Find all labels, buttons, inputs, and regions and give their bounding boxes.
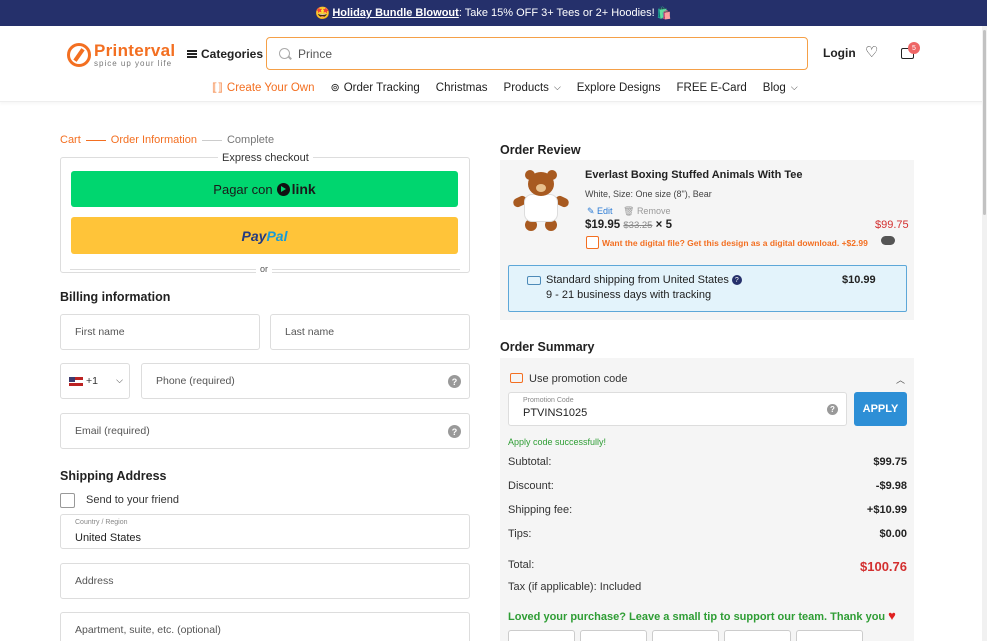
heart-icon[interactable]: ♡: [865, 45, 878, 60]
nav-blog[interactable]: Blog ⌵: [763, 82, 798, 94]
login-link[interactable]: Login: [823, 46, 856, 60]
billing-title: Billing information: [60, 290, 171, 304]
tip-message: Loved your purchase? Leave a small tip t…: [508, 608, 896, 623]
help-icon[interactable]: ?: [448, 425, 461, 438]
summary-row-shipping: Shipping fee: +$10.99: [508, 504, 907, 516]
nav-order-tracking[interactable]: ⊚ Order Tracking: [330, 81, 420, 95]
shipping-method: Standard shipping from United States?: [546, 274, 742, 286]
search-bar[interactable]: [266, 37, 808, 70]
original-price: $33.25: [623, 220, 653, 231]
summary-row-discount: Discount: -$9.98: [508, 480, 907, 492]
logo-tagline: spice up your life: [94, 59, 173, 68]
shipping-time: 9 - 21 business days with tracking: [546, 289, 712, 301]
address-field[interactable]: Address: [60, 563, 470, 599]
summary-row-tips: Tips: $0.00: [508, 528, 907, 540]
promo-link[interactable]: Holiday Bundle Blowout: [332, 7, 459, 19]
shipping-title: Shipping Address: [60, 469, 167, 483]
promo-toggle[interactable]: Use promotion code: [529, 373, 627, 385]
logo-name: Printerval: [94, 41, 176, 60]
shipping-price: $10.99: [842, 274, 876, 286]
apply-success-message: Apply code successfully!: [508, 437, 607, 447]
nav-create-your-own[interactable]: ⟦⟧ Create Your Own: [212, 81, 315, 95]
order-summary-title: Order Summary: [500, 340, 595, 354]
product-name[interactable]: Everlast Boxing Stuffed Animals With Tee: [585, 169, 803, 181]
step-complete: Complete: [226, 134, 275, 146]
first-name-field[interactable]: First name: [60, 314, 260, 350]
help-icon[interactable]: ?: [448, 375, 461, 388]
promo-text: : Take 15% OFF 3+ Tees or 2+ Hoodies!: [458, 7, 655, 19]
trash-icon: 🗑: [623, 206, 637, 216]
phone-field[interactable]: Phone (required) ?: [141, 363, 470, 399]
step-order-information: Order Information: [110, 134, 197, 146]
cart-count-badge: 5: [908, 42, 920, 54]
promo-code-input[interactable]: Promotion Code PTVINS1025 ?: [508, 392, 847, 426]
star-eyes-emoji-icon: 🤩: [315, 6, 331, 20]
country-select[interactable]: Country / Region United States: [60, 514, 470, 549]
order-review-title: Order Review: [500, 143, 581, 157]
help-icon[interactable]: ?: [827, 404, 838, 415]
chevron-down-icon: ⌵: [553, 82, 561, 92]
scrollbar-thumb[interactable]: [983, 30, 986, 215]
tip-option[interactable]: [724, 630, 791, 641]
link-logo-icon: link: [276, 181, 316, 197]
email-field[interactable]: Email (required) ?: [60, 413, 470, 449]
search-icon: [279, 48, 290, 59]
truck-icon: [527, 276, 541, 285]
express-checkout-title: Express checkout: [218, 152, 313, 164]
tip-option[interactable]: [796, 630, 863, 641]
tax-note: Tax (if applicable): Included: [508, 581, 642, 593]
checkout-steps: Cart Order Information Complete: [60, 134, 274, 146]
promo-banner[interactable]: 🤩 Holiday Bundle Blowout : Take 15% OFF …: [0, 0, 987, 26]
pay-with-link-button[interactable]: Pagar con link: [71, 171, 458, 207]
chevron-down-icon: ⌵: [790, 82, 798, 92]
summary-row-subtotal: Subtotal: $99.75: [508, 456, 907, 468]
site-header: Printerval spice up your life Categories…: [0, 26, 987, 102]
digital-download-label[interactable]: Want the digital file? Get this design a…: [602, 238, 868, 248]
tip-option[interactable]: [652, 630, 719, 641]
heart-icon: ♥: [888, 608, 896, 623]
send-to-friend-checkbox[interactable]: [60, 493, 75, 508]
help-icon[interactable]: ?: [731, 275, 742, 286]
tracking-icon: ⊚: [330, 82, 340, 94]
tip-option[interactable]: [508, 630, 575, 641]
edit-button[interactable]: ✎ Edit: [587, 206, 613, 217]
cloud-download-icon: [881, 236, 895, 245]
nav-explore-designs[interactable]: Explore Designs: [577, 82, 661, 94]
logo[interactable]: Printerval spice up your life: [67, 42, 175, 68]
us-flag-icon: [69, 376, 83, 386]
categories-label: Categories: [201, 47, 264, 61]
product-price: $19.95 $33.25 × 5: [585, 219, 672, 231]
line-total: $99.75: [875, 219, 909, 231]
search-input[interactable]: [298, 46, 798, 61]
categories-button[interactable]: Categories: [187, 47, 263, 61]
shopping-bags-emoji-icon: 🛍️: [656, 6, 672, 20]
coupon-icon: [510, 373, 523, 383]
apply-button[interactable]: APPLY: [854, 392, 907, 426]
paypal-button[interactable]: Pay Pal: [71, 217, 458, 254]
menu-icon: [187, 50, 197, 58]
nav-products[interactable]: Products ⌵: [504, 82, 561, 94]
digital-download-checkbox[interactable]: [586, 236, 599, 249]
quantity: × 5: [655, 219, 672, 231]
last-name-field[interactable]: Last name: [270, 314, 470, 350]
remove-button[interactable]: 🗑 Remove: [623, 206, 670, 217]
product-variant: White, Size: One size (8"), Bear: [585, 189, 712, 199]
nav-christmas[interactable]: Christmas: [436, 82, 488, 94]
nav-free-ecard[interactable]: FREE E-Card: [677, 82, 747, 94]
summary-row-total: Total: $100.76: [508, 559, 907, 574]
or-label: or: [256, 264, 273, 274]
main-nav: ⟦⟧ Create Your Own ⊚ Order Tracking Chri…: [212, 81, 814, 95]
chevron-down-icon: ⌵: [116, 375, 123, 385]
product-image[interactable]: [508, 169, 574, 235]
design-icon: ⟦⟧: [212, 82, 223, 94]
step-cart[interactable]: Cart: [60, 134, 81, 146]
edit-icon: ✎: [587, 206, 598, 216]
chevron-up-icon[interactable]: ︿: [896, 373, 905, 386]
tip-option[interactable]: [580, 630, 647, 641]
apartment-field[interactable]: Apartment, suite, etc. (optional): [60, 612, 470, 641]
logo-icon: [67, 43, 91, 67]
send-to-friend-label[interactable]: Send to your friend: [86, 494, 179, 506]
country-code-select[interactable]: +1 ⌵: [60, 363, 130, 399]
